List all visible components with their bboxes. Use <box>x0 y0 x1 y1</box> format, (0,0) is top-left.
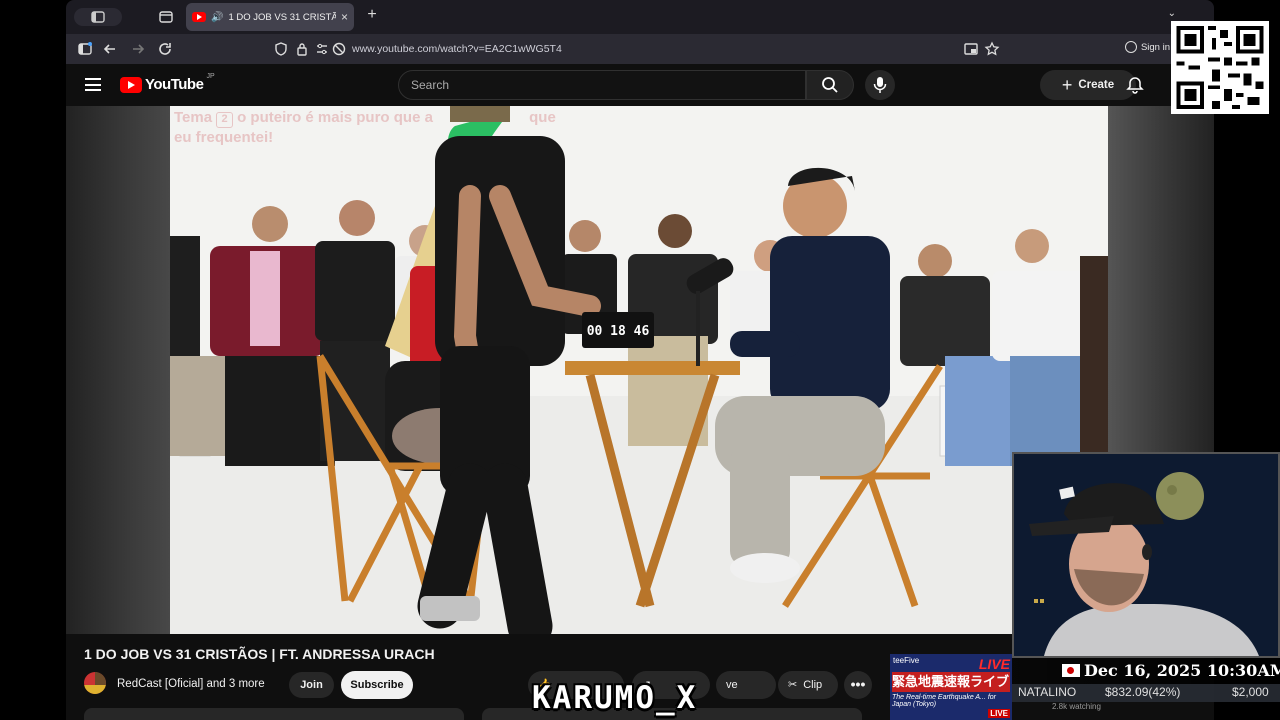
japan-flag-icon <box>1062 664 1080 677</box>
active-tab[interactable]: 🔊 1 DO JOB VS 31 CRISTÃOS × <box>186 3 354 31</box>
ticker-goal: $2,000 <box>1232 685 1269 699</box>
caption-line1: o puteiro é mais puro que a <box>237 109 433 126</box>
thumb-live-text: LIVE <box>978 656 1010 672</box>
voice-search-button[interactable] <box>865 70 895 100</box>
thumb-tag: teeFive <box>893 656 920 665</box>
scissors-icon: ✂ <box>788 679 798 691</box>
browser-nav-bar: www.youtube.com/watch?v=EA2C1wWG5T4 Sign… <box>66 34 1214 64</box>
account-icon <box>1124 41 1137 53</box>
webcam-image <box>1014 454 1278 656</box>
bookmark-star-icon[interactable] <box>984 41 1000 57</box>
search-button[interactable] <box>806 70 854 100</box>
ticker-amount: $832.09(42%) <box>1105 685 1181 699</box>
clip-label: Clip <box>803 679 823 691</box>
browser-tab-bar: 🔊 1 DO JOB VS 31 CRISTÃOS × + ⌄ <box>66 0 1214 34</box>
description-box[interactable] <box>84 708 464 720</box>
sidebar-panel-icon[interactable] <box>77 41 93 57</box>
more-actions-button[interactable]: ••• <box>844 671 872 699</box>
youtube-favicon-icon <box>192 12 206 22</box>
subscribe-button[interactable]: Subscribe <box>341 671 413 699</box>
save-label: ve <box>726 679 738 691</box>
screen: 🔊 1 DO JOB VS 31 CRISTÃOS × + ⌄ www.yout… <box>0 0 1280 720</box>
shield-icon[interactable] <box>273 41 289 57</box>
tab-close-icon[interactable]: × <box>341 10 348 24</box>
plus-icon: + <box>1061 75 1073 95</box>
join-button[interactable]: Join <box>289 672 334 698</box>
sign-in-button[interactable]: Sign in <box>1124 41 1170 53</box>
ticker-name: NATALINO <box>1018 685 1077 699</box>
caption-line2: eu frequentei! <box>174 129 274 146</box>
stream-date-bar: Dec 16, 2025 10:30AM <box>1012 658 1280 684</box>
video-letterbox-left <box>66 106 170 634</box>
clip-button[interactable]: ✂ Clip <box>778 671 838 699</box>
tab-overview-icon[interactable] <box>158 9 174 25</box>
microphone-icon <box>873 77 887 93</box>
permissions-icon[interactable] <box>314 41 330 57</box>
tab-title: 1 DO JOB VS 31 CRISTÃOS <box>228 11 336 23</box>
sign-in-label: Sign in <box>1140 41 1170 53</box>
url-text[interactable]: www.youtube.com/watch?v=EA2C1wWG5T4 <box>352 43 562 55</box>
youtube-play-icon <box>120 76 142 93</box>
video-frame-image <box>170 106 1108 634</box>
thumb-subtitle: The Real-time Earthquake A... for Japan … <box>892 694 997 708</box>
channel-name[interactable]: RedCast [Oficial] and 3 more <box>117 678 265 690</box>
speaker-icon[interactable]: 🔊 <box>211 12 223 23</box>
donation-ticker: NATALINO $832.09(42%) $2,000 <box>1012 684 1280 702</box>
create-label: Create <box>1078 79 1115 91</box>
save-button[interactable]: ve <box>716 671 776 699</box>
caption-prefix: Tema <box>174 109 213 126</box>
chevron-down-icon[interactable]: ⌄ <box>1168 8 1176 19</box>
chess-clock-timer: 00 18 46 <box>582 312 654 348</box>
qr-code <box>1171 21 1269 114</box>
streamer-webcam <box>1012 452 1280 658</box>
stream-date: Dec 16, 2025 10:30AM <box>1084 661 1280 680</box>
live-badge: LIVE <box>988 709 1010 718</box>
new-tab-button[interactable]: + <box>362 6 382 24</box>
search-input[interactable]: Search <box>398 70 806 100</box>
video-title: 1 DO JOB VS 31 CRISTÃOS | FT. ANDRESSA U… <box>84 646 435 662</box>
video-caption-overlay: Tema 2 o puteiro é mais puro que a que eu … <box>174 108 614 148</box>
create-button[interactable]: + Create <box>1040 70 1136 100</box>
logo-text: YouTube <box>145 76 204 93</box>
notifications-bell-icon[interactable] <box>1126 76 1144 94</box>
caption-number: 2 <box>216 112 234 128</box>
region-code: JP <box>206 73 215 80</box>
channel-avatar[interactable] <box>84 672 106 694</box>
lock-icon[interactable] <box>294 41 310 57</box>
picture-in-picture-icon[interactable] <box>963 41 979 57</box>
sidebar-toggle-button[interactable] <box>74 8 122 26</box>
viewer-count: 2.8k watching <box>1052 702 1101 711</box>
qr-code-icon <box>1176 26 1264 109</box>
sidebar-icon <box>91 11 105 23</box>
thumb-headline: 緊急地震速報ライブ <box>892 672 1010 692</box>
address-bar[interactable]: www.youtube.com/watch?v=EA2C1wWG5T4 <box>266 37 1000 61</box>
search-icon <box>822 77 838 93</box>
autoplay-blocked-icon[interactable] <box>331 41 347 57</box>
youtube-logo[interactable]: YouTube JP <box>120 73 215 93</box>
forward-icon[interactable] <box>130 41 146 57</box>
menu-icon[interactable] <box>85 78 101 91</box>
youtube-header: YouTube JP Search + Create <box>66 64 1214 106</box>
reload-icon[interactable] <box>157 41 173 57</box>
recommended-video-thumbnail[interactable]: teeFive LIVE 緊急地震速報ライブ The Real-time Ear… <box>890 654 1012 720</box>
back-icon[interactable] <box>102 41 118 57</box>
watermark-text: KARUMO_X <box>532 680 698 716</box>
caption-line1-end: que <box>529 109 556 126</box>
video-player[interactable]: Tema 2 o puteiro é mais puro que a que eu … <box>170 106 1108 634</box>
